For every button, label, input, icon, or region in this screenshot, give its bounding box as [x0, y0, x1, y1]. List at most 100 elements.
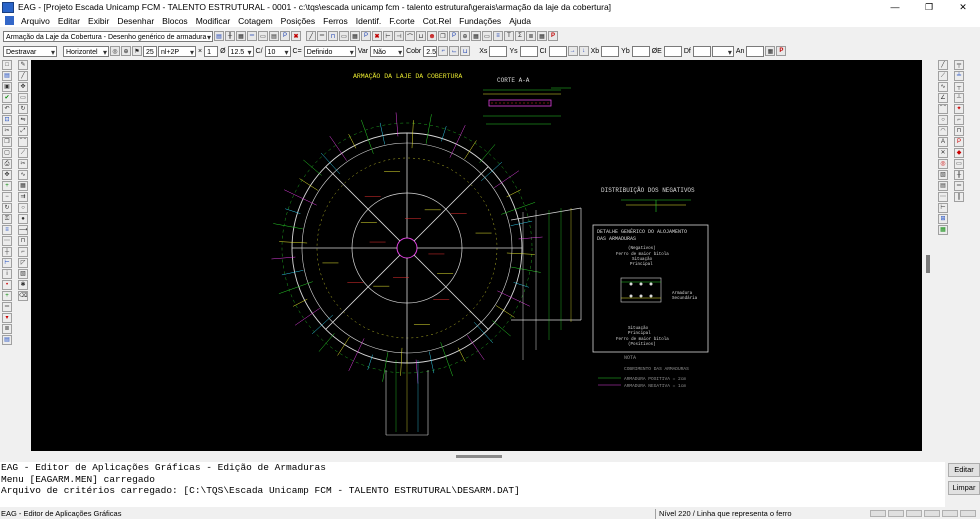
redraw-icon[interactable]: ↻ [2, 203, 12, 213]
hook-icon[interactable]: ⊔ [416, 31, 426, 41]
bar-e-icon[interactable]: ⊓ [954, 126, 964, 136]
menu-editar[interactable]: Editar [54, 16, 84, 26]
arrow-down-icon[interactable]: ↓ [578, 46, 589, 56]
menu-ferros[interactable]: Ferros [319, 16, 352, 26]
drawing-select[interactable]: Armação da Laje da Cobertura - Desenho g… [3, 30, 213, 42]
rebar-icon[interactable]: ╫ [225, 31, 235, 41]
pan-icon[interactable]: ✥ [2, 170, 12, 180]
bar-icon[interactable]: ═ [247, 31, 257, 41]
cross-icon[interactable]: ✕ [938, 148, 948, 158]
open-file-icon[interactable]: ▤ [2, 71, 12, 81]
trim-icon[interactable]: ✂ [18, 159, 28, 169]
oe-field[interactable] [663, 45, 682, 57]
grid2-icon[interactable]: ▦ [537, 31, 547, 41]
mult-field[interactable]: 1 [204, 45, 219, 57]
hook-left-icon[interactable]: ⌐ [438, 46, 449, 56]
maximize-button[interactable]: ❐ [912, 0, 946, 14]
arc-icon[interactable]: ⌒ [18, 137, 28, 147]
double-line-icon[interactable]: ═ [317, 31, 327, 41]
dim-icon[interactable]: ⊣ [394, 31, 404, 41]
diameter-select[interactable]: 12.5 [227, 45, 254, 57]
cut-icon[interactable]: ⊗ [427, 31, 437, 41]
section-icon[interactable]: ▭ [339, 31, 349, 41]
info-icon[interactable]: i [2, 269, 12, 279]
chamfer-icon[interactable]: ◸ [18, 258, 28, 268]
clear-button[interactable]: Limpar [948, 481, 980, 495]
menu-identif[interactable]: Identif. [352, 16, 386, 26]
polyline-right-icon[interactable]: ⟋ [938, 71, 948, 81]
arc-right-icon[interactable]: ◠ [938, 126, 948, 136]
note-icon[interactable]: P [449, 31, 459, 41]
grid-icon[interactable]: ▦ [236, 31, 246, 41]
props-icon[interactable]: ▤ [2, 335, 12, 345]
spacing-select[interactable]: 10 [264, 45, 291, 57]
orientation-select[interactable]: Horizontel [63, 45, 109, 57]
line-icon[interactable]: ╱ [306, 31, 316, 41]
menu-desenhar[interactable]: Desenhar [113, 16, 158, 26]
var-select[interactable]: Não [370, 45, 405, 57]
bar-g-icon[interactable]: ▭ [954, 159, 964, 169]
print-icon[interactable]: ⎙ [2, 159, 12, 169]
align-icon[interactable]: ═ [2, 302, 12, 312]
delete-icon[interactable]: ✖ [291, 31, 301, 41]
vertical-scrollbar[interactable] [923, 60, 933, 451]
cut-tool-icon[interactable]: ✂ [2, 126, 12, 136]
cobr-field[interactable]: 2.5 [423, 45, 438, 57]
measure-icon[interactable]: ⊢ [383, 31, 393, 41]
offset-icon[interactable]: ⇉ [18, 192, 28, 202]
bar-p-icon[interactable]: P [954, 137, 964, 147]
bar-down-icon[interactable]: ╧ [954, 71, 964, 81]
ortho-icon[interactable]: ┼ [2, 247, 12, 257]
bar-i-icon[interactable]: ═ [954, 181, 964, 191]
target-right-icon[interactable]: ◎ [938, 159, 948, 169]
curve-icon[interactable]: ⌒ [405, 31, 415, 41]
polyline-icon[interactable]: ⟋ [18, 148, 28, 158]
remove-icon[interactable]: ✖ [372, 31, 382, 41]
table-icon[interactable]: ▤ [269, 31, 279, 41]
break-tool-icon[interactable]: ⊓ [18, 236, 28, 246]
mirror-icon[interactable]: ⇋ [18, 115, 28, 125]
bar-a-icon[interactable]: ┬ [954, 82, 964, 92]
zoom-icon[interactable]: ⊕ [460, 31, 470, 41]
menu-fcorte[interactable]: F.corte [385, 16, 419, 26]
text-tool-icon[interactable]: A [938, 137, 948, 147]
bar-j-icon[interactable]: ║ [954, 192, 964, 202]
pencil-icon[interactable]: ✎ [18, 60, 28, 70]
ys-field[interactable] [519, 45, 538, 57]
mark-icon[interactable]: ▾ [2, 313, 12, 323]
close-button[interactable]: ✕ [946, 0, 980, 14]
layers-icon[interactable]: ≣ [2, 324, 12, 334]
copy-icon[interactable]: ❐ [438, 31, 448, 41]
position-field[interactable]: 25 [143, 45, 157, 57]
bar-up-icon[interactable]: ╤ [954, 60, 964, 70]
lock-icon[interactable]: ⚿ [2, 214, 12, 224]
bar-d-icon[interactable]: ⌐ [954, 115, 964, 125]
save-icon[interactable]: ▣ [2, 82, 12, 92]
menu-exibir[interactable]: Exibir [84, 16, 113, 26]
text-icon[interactable]: T [504, 31, 514, 41]
window-icon[interactable]: ▭ [482, 31, 492, 41]
rotate-icon[interactable]: ↻ [18, 104, 28, 114]
move-icon[interactable]: ✥ [18, 82, 28, 92]
grid-snap-icon[interactable]: ⋯ [2, 236, 12, 246]
draw-line-icon[interactable]: ╱ [938, 60, 948, 70]
command-console[interactable]: EAG - Editor de Aplicações Gráficas - Ed… [0, 462, 945, 507]
target-icon[interactable]: ⊕ [121, 46, 131, 56]
id-icon[interactable]: P [361, 31, 371, 41]
hatch-icon[interactable]: ▧ [18, 269, 28, 279]
an-field[interactable] [746, 45, 765, 57]
block-icon[interactable]: ▤ [938, 181, 948, 191]
menu-fundacoes[interactable]: Fundações [455, 16, 505, 26]
position-icon[interactable]: P [280, 31, 290, 41]
lock-mode-select[interactable]: Destravar [3, 45, 57, 57]
stack-icon[interactable]: ≡ [493, 31, 503, 41]
minimize-button[interactable]: — [878, 0, 912, 14]
fence-icon[interactable]: ▦ [471, 31, 481, 41]
vertical-scroll-thumb[interactable] [926, 255, 930, 273]
check-icon[interactable]: ✔ [2, 93, 12, 103]
ruler-icon[interactable]: ⊢ [938, 203, 948, 213]
menu-posicoes[interactable]: Posições [277, 16, 320, 26]
ci-field[interactable] [548, 45, 567, 57]
circle-icon[interactable]: ◎ [110, 46, 120, 56]
measure-tool-icon[interactable]: ⊢ [2, 258, 12, 268]
